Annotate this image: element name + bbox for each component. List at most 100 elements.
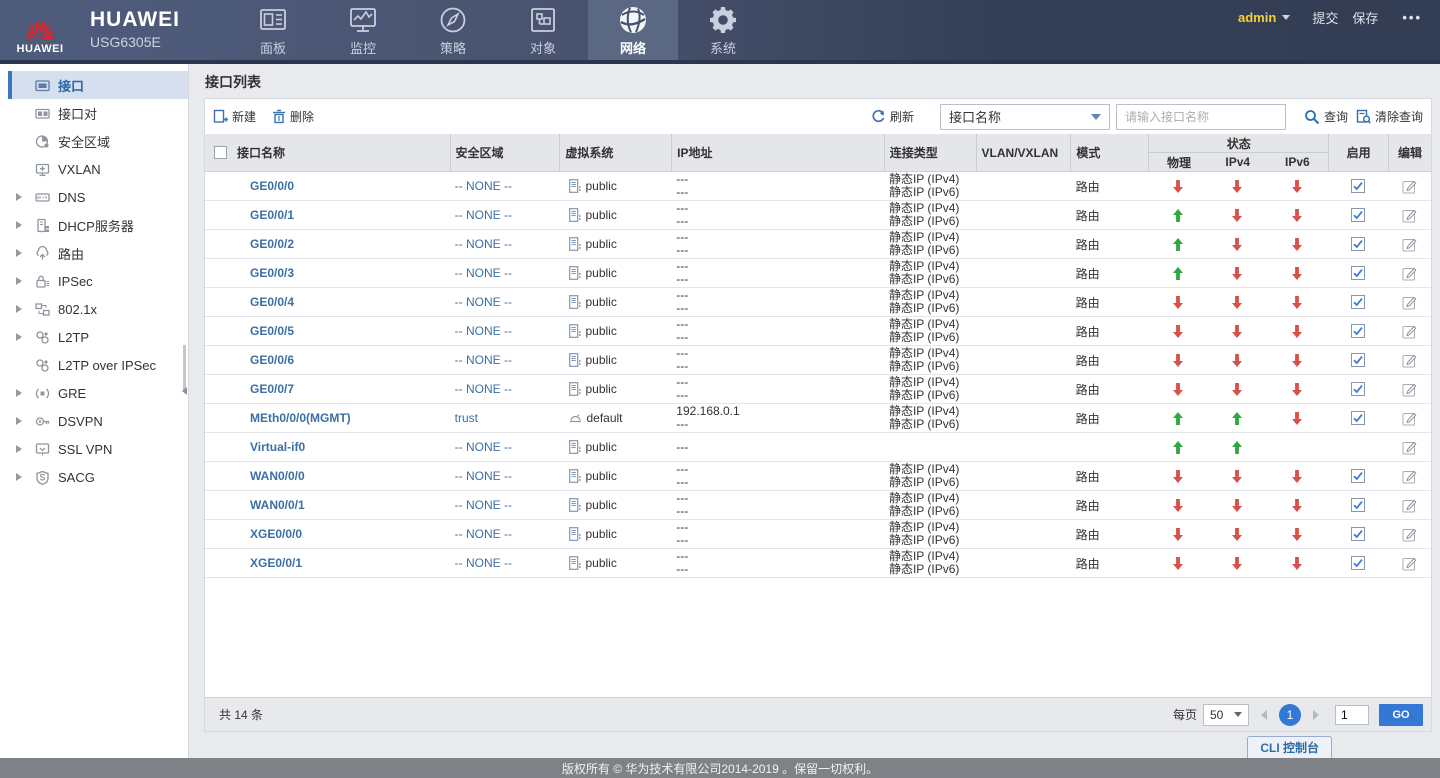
edit-button[interactable] bbox=[1402, 353, 1417, 368]
enabled-checkbox[interactable] bbox=[1351, 266, 1365, 280]
sidebar-item[interactable]: 接口对 bbox=[0, 99, 188, 127]
sidebar-item[interactable]: DSVPN bbox=[0, 407, 188, 435]
refresh-button[interactable]: 刷新 bbox=[871, 108, 914, 125]
clear-query-button[interactable]: 清除查询 bbox=[1356, 108, 1423, 125]
sidebar-item[interactable]: L2TP bbox=[0, 323, 188, 351]
expand-arrow-icon[interactable] bbox=[16, 473, 26, 481]
edit-button[interactable] bbox=[1402, 382, 1417, 397]
query-button[interactable]: 查询 bbox=[1304, 108, 1348, 125]
security-zone-link[interactable]: -- NONE -- bbox=[455, 382, 512, 396]
edit-button[interactable] bbox=[1402, 556, 1417, 571]
enabled-checkbox[interactable] bbox=[1351, 469, 1365, 483]
interface-name-link[interactable]: GE0/0/7 bbox=[250, 382, 294, 396]
sidebar-item[interactable]: IPSec bbox=[0, 267, 188, 295]
security-zone-link[interactable]: -- NONE -- bbox=[455, 556, 512, 570]
more-menu-icon[interactable]: ••• bbox=[1402, 10, 1422, 25]
expand-arrow-icon[interactable] bbox=[16, 193, 26, 201]
interface-name-link[interactable]: GE0/0/0 bbox=[250, 179, 294, 193]
interface-name-link[interactable]: GE0/0/3 bbox=[250, 266, 294, 280]
sidebar-item[interactable]: 接口 bbox=[8, 71, 188, 99]
expand-arrow-icon[interactable] bbox=[16, 445, 26, 453]
enabled-checkbox[interactable] bbox=[1351, 295, 1365, 309]
user-menu[interactable]: admin bbox=[1238, 10, 1290, 25]
goto-page-input[interactable] bbox=[1335, 705, 1369, 725]
interface-name-link[interactable]: GE0/0/2 bbox=[250, 237, 294, 251]
security-zone-link[interactable]: -- NONE -- bbox=[455, 266, 512, 280]
security-zone-link[interactable]: -- NONE -- bbox=[455, 237, 512, 251]
expand-arrow-icon[interactable] bbox=[16, 305, 26, 313]
interface-name-link[interactable]: WAN0/0/0 bbox=[250, 469, 305, 483]
delete-button[interactable]: 删除 bbox=[272, 108, 314, 125]
sidebar-item[interactable]: L2TP over IPSec bbox=[0, 351, 188, 379]
go-button[interactable]: GO bbox=[1379, 704, 1423, 726]
search-field-select[interactable]: 接口名称 bbox=[940, 104, 1110, 130]
sidebar-item[interactable]: DHCP服务器 bbox=[0, 211, 188, 239]
expand-arrow-icon[interactable] bbox=[16, 417, 26, 425]
expand-arrow-icon[interactable] bbox=[16, 249, 26, 257]
next-page-button[interactable] bbox=[1313, 710, 1319, 720]
security-zone-link[interactable]: -- NONE -- bbox=[455, 208, 512, 222]
security-zone-link[interactable]: -- NONE -- bbox=[455, 179, 512, 193]
edit-button[interactable] bbox=[1402, 440, 1417, 455]
sidebar-item[interactable]: 安全区域 bbox=[0, 127, 188, 155]
security-zone-link[interactable]: -- NONE -- bbox=[455, 440, 512, 454]
enabled-checkbox[interactable] bbox=[1351, 237, 1365, 251]
enabled-checkbox[interactable] bbox=[1351, 556, 1365, 570]
expand-arrow-icon[interactable] bbox=[16, 221, 26, 229]
enabled-checkbox[interactable] bbox=[1351, 179, 1365, 193]
sidebar-item[interactable]: VXLAN bbox=[0, 155, 188, 183]
commit-button[interactable]: 提交 bbox=[1312, 8, 1338, 27]
security-zone-link[interactable]: -- NONE -- bbox=[455, 295, 512, 309]
interface-name-link[interactable]: WAN0/0/1 bbox=[250, 498, 305, 512]
new-button[interactable]: 新建 bbox=[213, 108, 256, 125]
edit-button[interactable] bbox=[1402, 266, 1417, 281]
security-zone-link[interactable]: -- NONE -- bbox=[455, 527, 512, 541]
edit-button[interactable] bbox=[1402, 498, 1417, 513]
enabled-checkbox[interactable] bbox=[1351, 208, 1365, 222]
edit-button[interactable] bbox=[1402, 295, 1417, 310]
save-button[interactable]: 保存 bbox=[1352, 8, 1378, 27]
nav-tab-2[interactable]: 监控 bbox=[318, 0, 408, 60]
enabled-checkbox[interactable] bbox=[1351, 353, 1365, 367]
edit-button[interactable] bbox=[1402, 237, 1417, 252]
enabled-checkbox[interactable] bbox=[1351, 324, 1365, 338]
edit-button[interactable] bbox=[1402, 179, 1417, 194]
expand-arrow-icon[interactable] bbox=[16, 277, 26, 285]
interface-name-link[interactable]: GE0/0/4 bbox=[250, 295, 294, 309]
security-zone-link[interactable]: trust bbox=[455, 411, 478, 425]
enabled-checkbox[interactable] bbox=[1351, 382, 1365, 396]
select-all-checkbox[interactable] bbox=[214, 146, 227, 159]
edit-button[interactable] bbox=[1402, 411, 1417, 426]
search-input[interactable] bbox=[1116, 104, 1286, 130]
nav-tab-3[interactable]: 策略 bbox=[408, 0, 498, 60]
enabled-checkbox[interactable] bbox=[1351, 411, 1365, 425]
nav-tab-5[interactable]: 网络 bbox=[588, 0, 678, 60]
nav-tab-4[interactable]: 对象 bbox=[498, 0, 588, 60]
security-zone-link[interactable]: -- NONE -- bbox=[455, 469, 512, 483]
sidebar-item[interactable]: DNS bbox=[0, 183, 188, 211]
sidebar-item[interactable]: 802.1x bbox=[0, 295, 188, 323]
prev-page-button[interactable] bbox=[1261, 710, 1267, 720]
security-zone-link[interactable]: -- NONE -- bbox=[455, 353, 512, 367]
expand-arrow-icon[interactable] bbox=[16, 389, 26, 397]
edit-button[interactable] bbox=[1402, 208, 1417, 223]
edit-button[interactable] bbox=[1402, 527, 1417, 542]
interface-name-link[interactable]: XGE0/0/0 bbox=[250, 527, 302, 541]
enabled-checkbox[interactable] bbox=[1351, 498, 1365, 512]
sidebar-item[interactable]: GRE bbox=[0, 379, 188, 407]
interface-name-link[interactable]: GE0/0/5 bbox=[250, 324, 294, 338]
sidebar-collapse-handle[interactable] bbox=[182, 384, 189, 398]
interface-name-link[interactable]: Virtual-if0 bbox=[250, 440, 305, 454]
nav-tab-1[interactable]: 面板 bbox=[228, 0, 318, 60]
expand-arrow-icon[interactable] bbox=[16, 333, 26, 341]
nav-tab-6[interactable]: 系统 bbox=[678, 0, 768, 60]
interface-name-link[interactable]: GE0/0/6 bbox=[250, 353, 294, 367]
interface-name-link[interactable]: GE0/0/1 bbox=[250, 208, 294, 222]
sidebar-item[interactable]: 路由 bbox=[0, 239, 188, 267]
interface-name-link[interactable]: XGE0/0/1 bbox=[250, 556, 302, 570]
sidebar-item[interactable]: SACG bbox=[0, 463, 188, 491]
cli-console-button[interactable]: CLI 控制台 bbox=[1247, 736, 1332, 758]
per-page-select[interactable]: 50 bbox=[1203, 704, 1249, 726]
enabled-checkbox[interactable] bbox=[1351, 527, 1365, 541]
interface-name-link[interactable]: MEth0/0/0(MGMT) bbox=[250, 411, 351, 425]
